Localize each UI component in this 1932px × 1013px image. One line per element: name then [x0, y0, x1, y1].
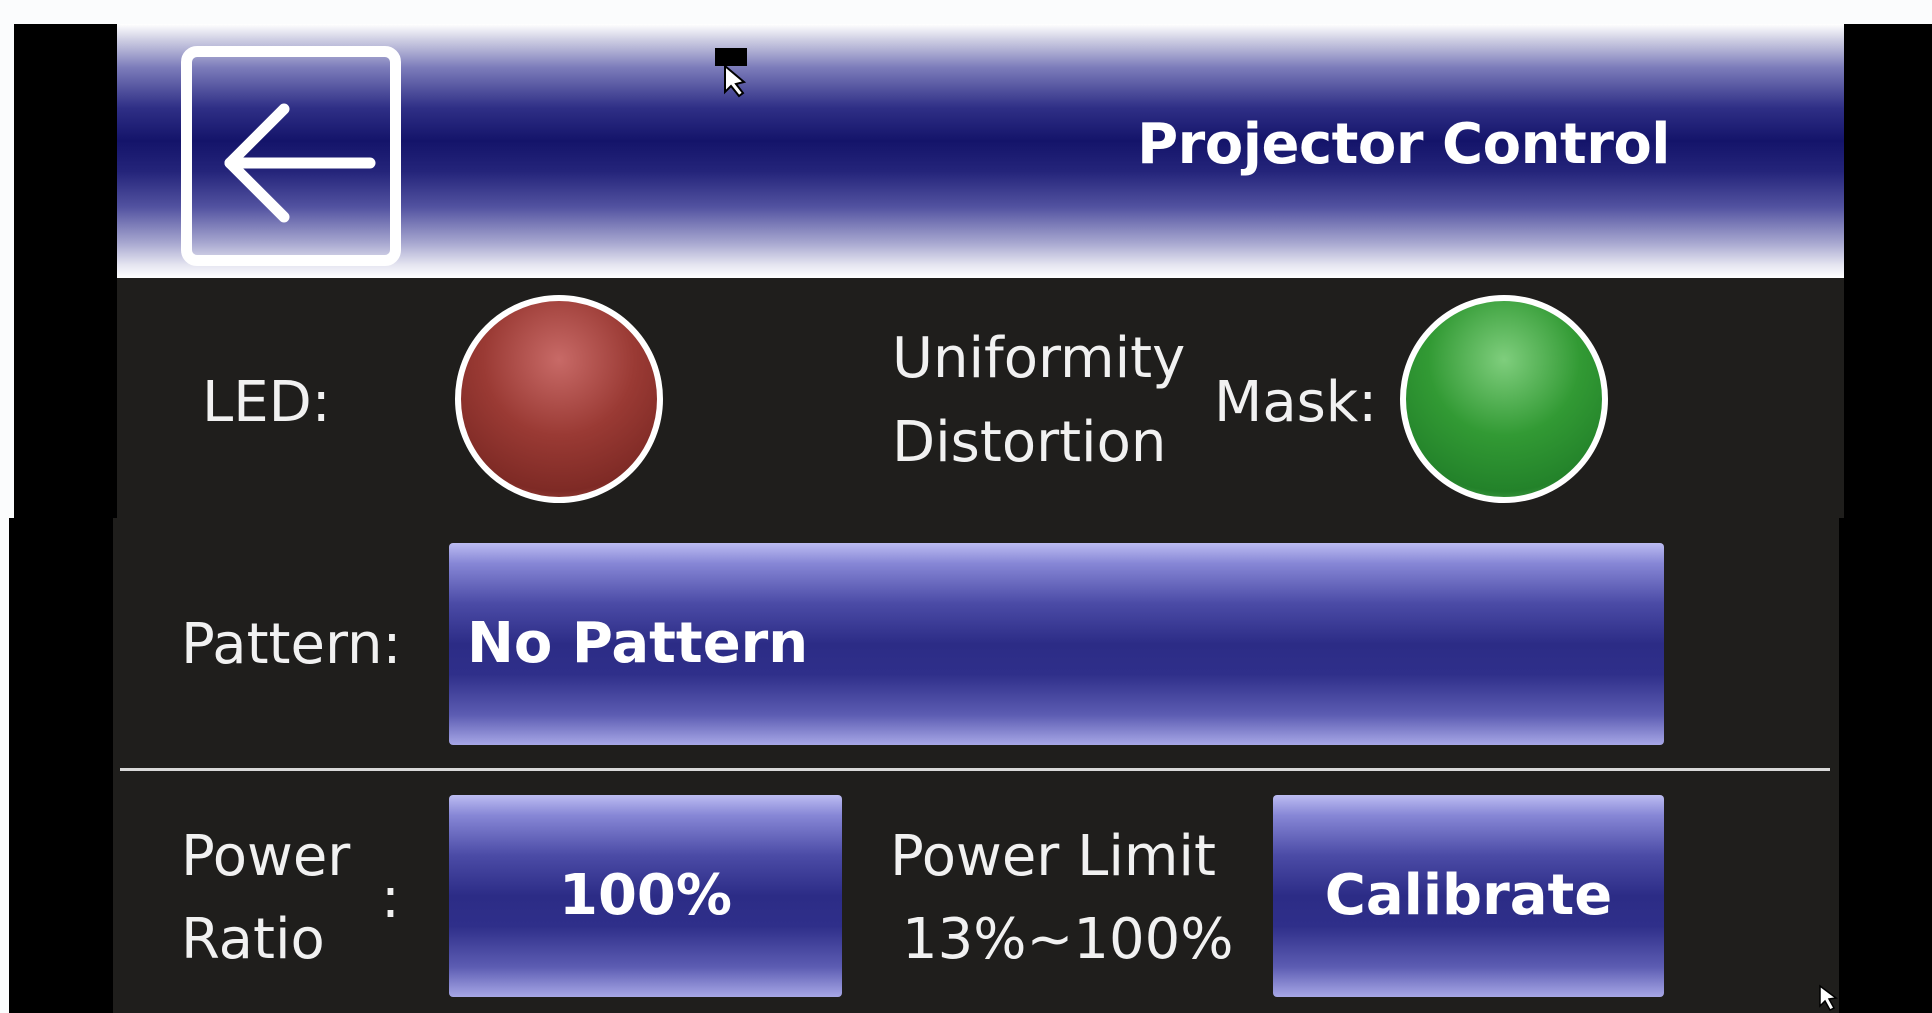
led-label: LED: — [202, 370, 331, 435]
calibrate-label: Calibrate — [1324, 863, 1613, 928]
divider — [120, 768, 1830, 771]
power-ratio-label-line1: Power — [181, 824, 351, 889]
frame-border-left — [14, 24, 118, 518]
mouse-cursor-icon — [715, 48, 747, 98]
power-ratio-button[interactable]: 100% — [449, 795, 842, 997]
power-limit-range: 13%~100% — [902, 907, 1234, 972]
status-row: LED: Uniformity Distortion Mask: — [117, 278, 1844, 518]
header-bar: Projector Control — [117, 24, 1844, 278]
mask-status-indicator — [1400, 295, 1608, 503]
page-title: Projector Control — [1137, 112, 1670, 177]
pattern-value: No Pattern — [467, 611, 809, 676]
power-ratio-value: 100% — [558, 863, 732, 928]
frame-border-right — [1843, 24, 1932, 518]
mask-label: Mask: — [1214, 370, 1378, 435]
projector-control-screen: Projector Control LED: Uniformity Distor… — [0, 0, 1932, 1013]
mode-label-uniformity: Uniformity — [892, 326, 1186, 391]
back-button[interactable] — [181, 46, 401, 266]
led-status-indicator — [455, 295, 663, 503]
pattern-label: Pattern: — [181, 612, 402, 677]
power-ratio-colon: : — [381, 866, 400, 931]
arrow-left-icon — [224, 103, 376, 223]
power-limit-label: Power Limit — [890, 824, 1216, 889]
power-ratio-label-line2: Ratio — [181, 907, 325, 972]
mode-label-distortion: Distortion — [892, 410, 1167, 475]
pattern-select-button[interactable]: No Pattern — [449, 543, 1664, 745]
calibrate-button[interactable]: Calibrate — [1273, 795, 1664, 997]
mouse-cursor-icon — [1819, 984, 1838, 1011]
